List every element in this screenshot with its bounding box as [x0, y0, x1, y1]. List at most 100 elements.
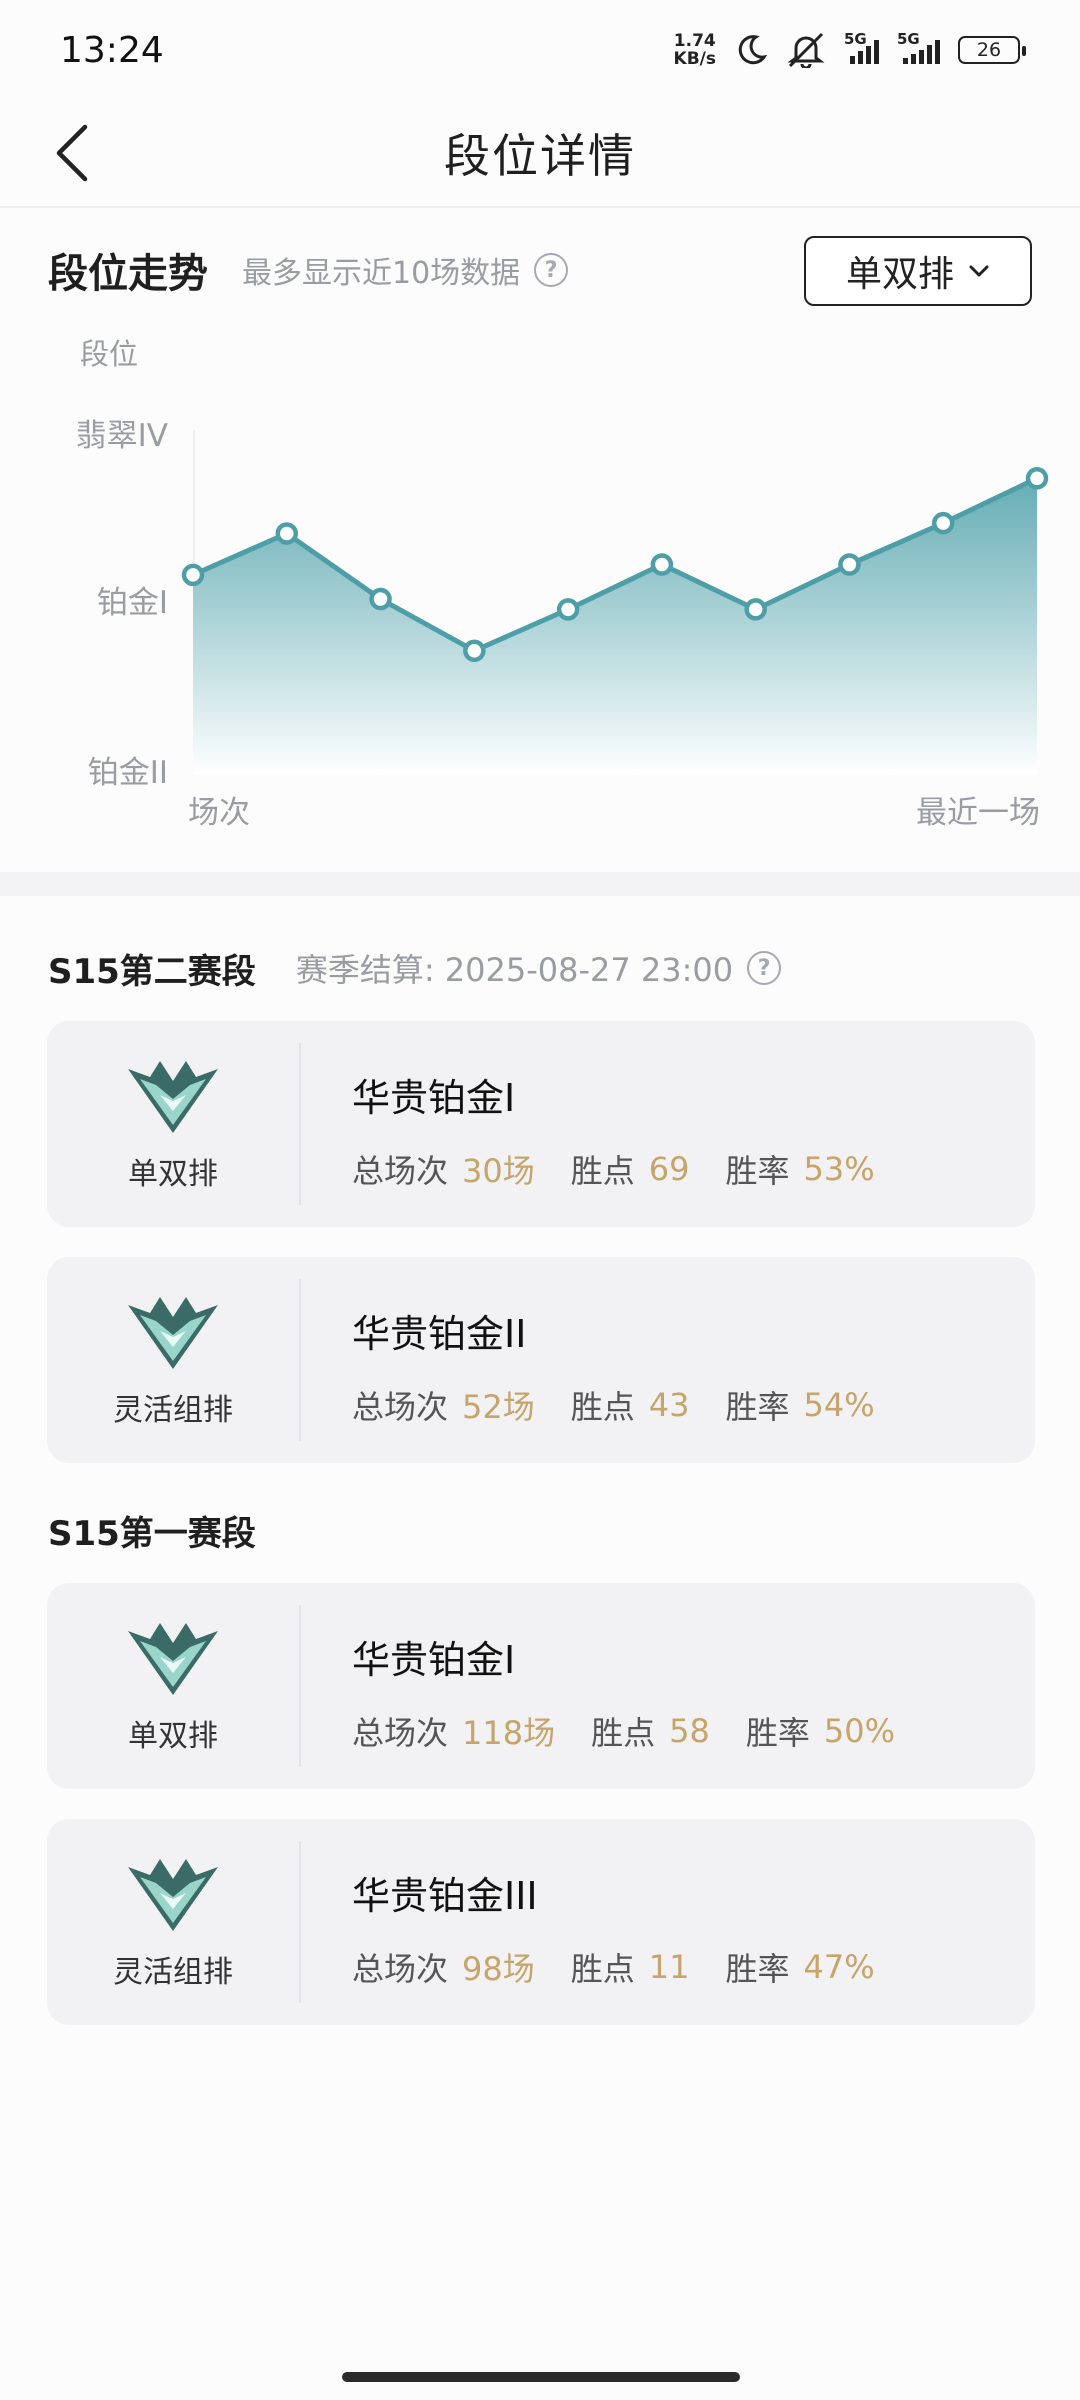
queue-mode-value: 单双排	[845, 254, 954, 295]
home-indicator[interactable]	[342, 2372, 740, 2382]
season-settlement: 赛季结算: 2025-08-27 23:00	[295, 951, 734, 989]
status-icons: 1.74 KB/s 5G 5G 26	[674, 30, 1026, 68]
rank-emblem-icon	[128, 1859, 218, 1931]
season-header: S15第二赛段 赛季结算: 2025-08-27 23:00 ?	[48, 938, 782, 998]
help-icon[interactable]: ?	[534, 253, 569, 287]
rank-stats: 总场次 30场 胜点 69 胜率 53%	[352, 1146, 911, 1192]
trend-point	[275, 522, 299, 545]
status-time: 13:24	[60, 29, 164, 71]
app-header: 段位详情	[0, 100, 1080, 208]
points-label: 胜点	[570, 1152, 635, 1190]
rank-card[interactable]: 灵活组排 华贵铂金II 总场次 52场 胜点 43 胜率 54%	[47, 1257, 1035, 1463]
trend-hint: 最多显示近10场数据	[242, 256, 521, 291]
trend-point	[556, 598, 580, 621]
trend-point	[650, 553, 674, 576]
net-speed-unit: KB/s	[673, 49, 716, 69]
points-value: 69	[648, 1150, 690, 1188]
games-label: 总场次	[352, 1152, 449, 1190]
trend-point	[838, 553, 861, 576]
y-tick-label: 铂金I	[97, 585, 168, 621]
winrate-label: 胜率	[725, 1950, 790, 1988]
status-bar: 13:24 1.74 KB/s 5G 5G 26	[0, 0, 1080, 100]
points-value: 11	[648, 1948, 690, 1986]
winrate-value: 54%	[803, 1386, 875, 1424]
winrate-label: 胜率	[725, 1152, 790, 1190]
games-label: 总场次	[352, 1950, 449, 1988]
rank-name: 华贵铂金I	[352, 1076, 516, 1120]
net-speed-value: 1.74	[673, 31, 716, 51]
network-type-1: 5G	[844, 30, 867, 48]
rank-stats: 总场次 98场 胜点 11 胜率 47%	[352, 1944, 911, 1990]
y-axis-label: 段位	[80, 337, 138, 371]
points-value: 58	[669, 1712, 710, 1750]
rank-emblem-block: 单双排	[47, 1043, 301, 1205]
page-title: 段位详情	[444, 129, 636, 183]
moon-icon	[738, 35, 768, 65]
queue-mode-label: 灵活组排	[113, 1393, 233, 1428]
queue-mode-label: 灵活组排	[113, 1955, 233, 1990]
rank-card[interactable]: 单双排 华贵铂金I 总场次 30场 胜点 69 胜率 53%	[47, 1021, 1035, 1227]
trend-point	[463, 639, 486, 663]
rank-info: 华贵铂金I 总场次 30场 胜点 69 胜率 53%	[352, 1067, 911, 1192]
rank-stats: 总场次 118场 胜点 58 胜率 50%	[352, 1708, 931, 1754]
games-value: 98场	[462, 1950, 535, 1988]
mute-bell-icon	[787, 32, 825, 68]
trend-point	[1025, 467, 1049, 490]
rank-stats: 总场次 52场 胜点 43 胜率 54%	[352, 1382, 911, 1428]
rank-card[interactable]: 灵活组排 华贵铂金III 总场次 98场 胜点 11 胜率 47%	[47, 1819, 1035, 2025]
trend-point	[369, 587, 392, 611]
season-title: S15第一赛段	[48, 1513, 256, 1554]
y-tick-label: 翡翠IV	[76, 418, 168, 454]
rank-emblem-block: 灵活组排	[47, 1841, 301, 2003]
winrate-label: 胜率	[745, 1714, 810, 1752]
rank-emblem-icon	[128, 1061, 218, 1133]
season-title: S15第二赛段	[48, 951, 256, 992]
queue-mode-label: 单双排	[128, 1157, 218, 1192]
rank-info: 华贵铂金III 总场次 98场 胜点 11 胜率 47%	[352, 1865, 911, 1990]
games-value: 52场	[462, 1388, 535, 1426]
trend-title: 段位走势	[48, 251, 208, 297]
signal-icon: 5G	[844, 30, 879, 64]
rank-info: 华贵铂金II 总场次 52场 胜点 43 胜率 54%	[352, 1303, 911, 1428]
points-label: 胜点	[570, 1950, 635, 1988]
rank-emblem-icon	[128, 1297, 218, 1369]
season-header: S15第一赛段	[48, 1500, 256, 1560]
battery-level: 26	[976, 39, 1002, 61]
points-label: 胜点	[591, 1714, 656, 1752]
queue-mode-label: 单双排	[128, 1719, 218, 1754]
rank-name: 华贵铂金III	[352, 1874, 538, 1918]
network-type-2: 5G	[897, 30, 920, 48]
x-start-label: 场次	[188, 795, 250, 831]
points-label: 胜点	[570, 1388, 635, 1426]
battery-icon: 26	[958, 36, 1026, 64]
back-button[interactable]	[38, 118, 108, 188]
winrate-value: 53%	[803, 1150, 875, 1188]
help-icon[interactable]: ?	[747, 951, 782, 985]
rank-name: 华贵铂金I	[352, 1638, 516, 1682]
rank-card[interactable]: 单双排 华贵铂金I 总场次 118场 胜点 58 胜率 50%	[47, 1583, 1035, 1789]
winrate-value: 50%	[823, 1712, 895, 1750]
trend-header: 段位走势 最多显示近10场数据 ? 单双排	[48, 232, 1032, 308]
section-divider	[0, 872, 1080, 896]
y-tick-label: 铂金II	[88, 755, 168, 791]
queue-mode-select[interactable]: 单双排	[804, 236, 1032, 306]
rank-info: 华贵铂金I 总场次 118场 胜点 58 胜率 50%	[352, 1629, 931, 1754]
games-value: 30场	[462, 1152, 535, 1190]
chevron-down-icon	[969, 265, 989, 277]
rank-trend-chart: 段位 翡翠IV 铂金I 铂金II 场次 最近一场	[0, 330, 1080, 850]
winrate-label: 胜率	[725, 1388, 790, 1426]
winrate-value: 47%	[803, 1948, 875, 1986]
signal-icon-2: 5G	[897, 30, 940, 64]
trend-point	[931, 511, 955, 535]
games-label: 总场次	[352, 1388, 449, 1426]
games-value: 118场	[462, 1714, 556, 1752]
trend-point	[744, 598, 767, 621]
x-end-label: 最近一场	[916, 795, 1040, 831]
chevron-left-icon	[56, 124, 88, 182]
rank-trend-svg: 段位 翡翠IV 铂金I 铂金II 场次 最近一场	[76, 337, 1049, 831]
rank-emblem-block: 灵活组排	[47, 1279, 301, 1441]
net-speed: 1.74 KB/s	[674, 32, 716, 68]
trend-area	[193, 478, 1037, 775]
rank-name: 华贵铂金II	[352, 1312, 527, 1356]
games-label: 总场次	[352, 1714, 449, 1752]
